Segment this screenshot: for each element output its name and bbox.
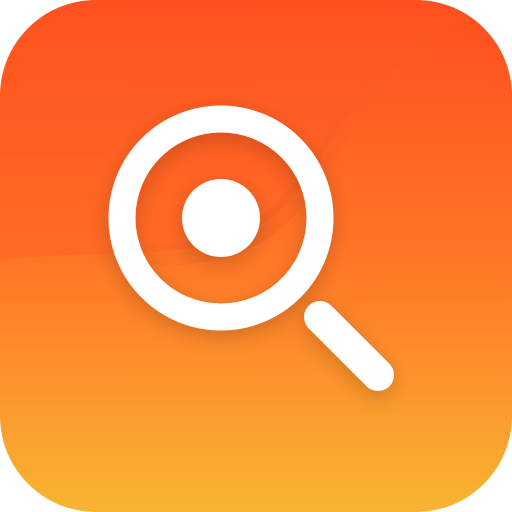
magnifier-center-dot [182,179,260,257]
app-icon[interactable] [0,0,512,512]
app-icon-artwork [0,0,512,512]
